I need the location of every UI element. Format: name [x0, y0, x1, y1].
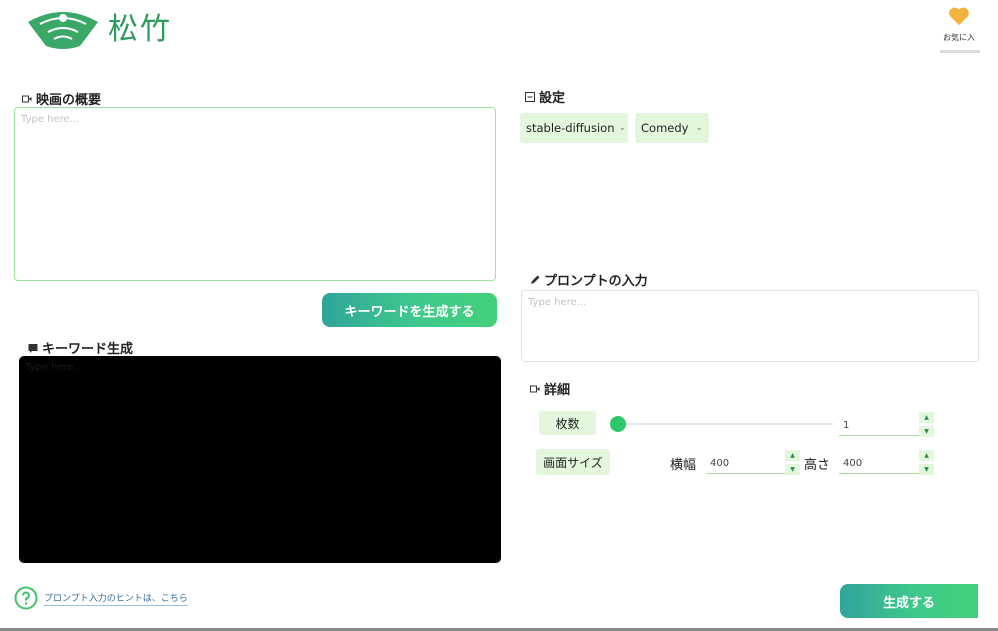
stepper-down-icon[interactable]: ▼: [785, 464, 800, 475]
width-stepper[interactable]: ▲ ▼: [706, 450, 800, 476]
stepper-down-icon[interactable]: ▼: [919, 426, 934, 437]
settings-title: 設定: [539, 91, 566, 106]
logo-icon[interactable]: [24, 6, 102, 52]
count-slider-track[interactable]: [618, 423, 833, 425]
chat-icon: [28, 343, 38, 353]
details-section-title: 詳細: [530, 379, 570, 398]
genre-select[interactable]: Comedy ⌄: [635, 113, 709, 143]
prompt-title: プロンプトの入力: [544, 274, 648, 289]
favorites-button[interactable]: お気に入: [938, 6, 980, 52]
stepper-up-icon[interactable]: ▲: [785, 450, 800, 461]
width-field[interactable]: [706, 450, 786, 474]
pencil-icon: [531, 275, 540, 284]
height-field[interactable]: [839, 450, 919, 474]
generate-button[interactable]: 生成する: [840, 584, 978, 618]
overview-section-title: 映画の概要: [22, 89, 101, 108]
app-title: 松竹: [108, 12, 172, 47]
stepper-up-icon[interactable]: ▲: [919, 450, 934, 461]
heart-icon: [949, 7, 969, 26]
overview-input[interactable]: [14, 107, 496, 281]
question-circle-icon: [14, 586, 38, 610]
video-icon: [22, 95, 32, 102]
stepper-down-icon[interactable]: ▼: [919, 464, 934, 475]
count-stepper[interactable]: ▲ ▼: [839, 412, 934, 438]
settings-section-title: 設定: [525, 87, 565, 106]
chevron-down-icon: ⌄: [618, 123, 627, 133]
height-label: 高さ: [804, 458, 831, 473]
video-icon: [530, 385, 540, 392]
settings-box-icon: [525, 91, 535, 102]
stepper-up-icon[interactable]: ▲: [919, 412, 934, 423]
width-label: 横幅: [670, 458, 697, 473]
count-field[interactable]: [839, 412, 919, 436]
size-label: 画面サイズ: [536, 449, 610, 475]
prompt-section-title: プロンプトの入力: [530, 270, 648, 289]
prompt-help[interactable]: プロンプト入力のヒントは、こちら: [14, 586, 188, 610]
keywords-section-title: キーワード生成: [28, 338, 133, 357]
keywords-title: キーワード生成: [42, 342, 134, 357]
keywords-output[interactable]: [19, 356, 501, 563]
height-stepper[interactable]: ▲ ▼: [839, 450, 934, 476]
favorites-underline: [940, 50, 980, 53]
model-select[interactable]: stable-diffusion ⌄: [520, 113, 628, 143]
details-title: 詳細: [544, 383, 571, 398]
count-slider-handle[interactable]: [610, 416, 626, 432]
generate-keywords-button[interactable]: キーワードを生成する: [322, 293, 497, 327]
prompt-help-link[interactable]: プロンプト入力のヒントは、こちら: [44, 591, 188, 606]
overview-title: 映画の概要: [36, 93, 102, 108]
favorites-label: お気に入: [943, 33, 975, 42]
prompt-input[interactable]: [521, 290, 979, 362]
count-label: 枚数: [539, 411, 596, 435]
genre-select-value: Comedy: [641, 121, 689, 135]
chevron-down-icon: ⌄: [695, 123, 703, 133]
model-select-value: stable-diffusion: [526, 121, 615, 135]
